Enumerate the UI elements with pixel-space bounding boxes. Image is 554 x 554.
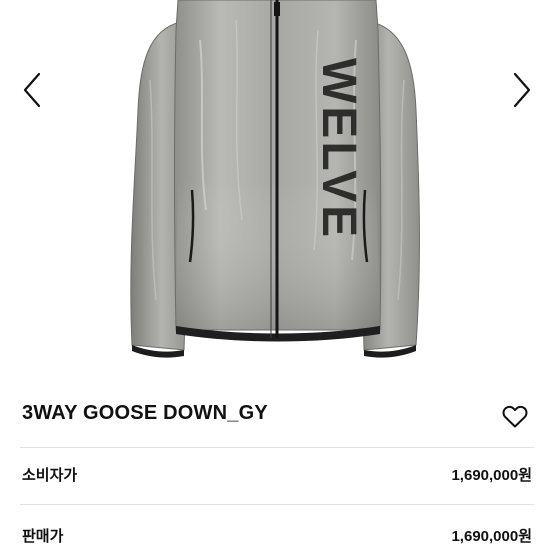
product-gallery: WELVE [0, 0, 554, 372]
divider [20, 447, 534, 448]
divider [20, 504, 534, 505]
retail-price-value: 1,690,000원 [451, 467, 532, 484]
product-info: 3WAY GOOSE DOWN_GY 소비자가 1,690,000원 판매가 1… [0, 372, 554, 554]
product-page: WELVE 3WAY GOOSE DOWN_GY 소비자가 1,690,000원… [0, 0, 554, 554]
sale-price-value: 1,690,000원 [451, 528, 532, 545]
sale-price-row: 판매가 1,690,000원 [22, 525, 532, 549]
product-image: WELVE [130, 0, 420, 358]
retail-price-row: 소비자가 1,690,000원 [22, 464, 532, 488]
heart-outline-icon[interactable] [502, 405, 528, 429]
jacket-print-text: WELVE [312, 58, 365, 240]
retail-price-label: 소비자가 [22, 467, 78, 484]
sale-price-label: 판매가 [22, 528, 64, 545]
product-title: 3WAY GOOSE DOWN_GY [22, 402, 268, 424]
chevron-right-icon[interactable] [508, 70, 534, 110]
chevron-left-icon[interactable] [20, 70, 46, 110]
